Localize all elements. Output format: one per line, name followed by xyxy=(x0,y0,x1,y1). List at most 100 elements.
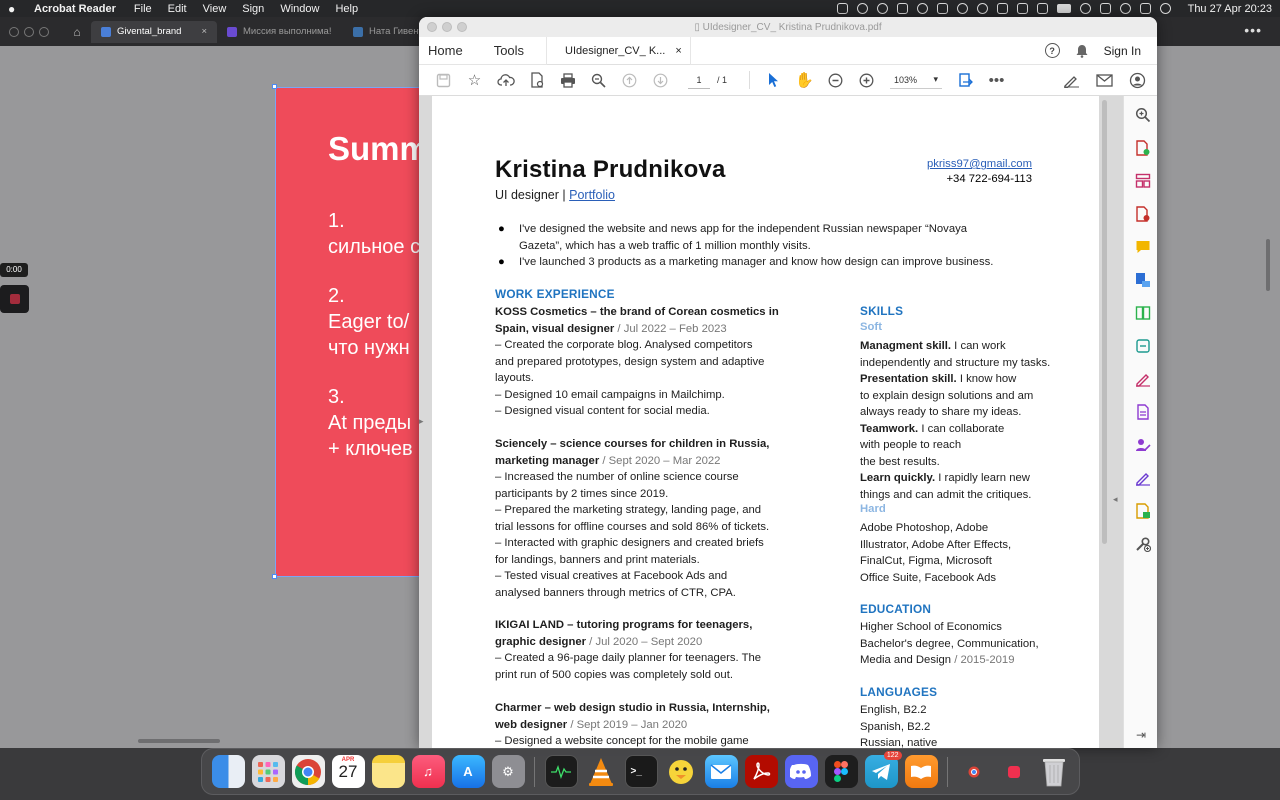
vertical-scrollbar[interactable] xyxy=(1266,239,1270,291)
status-vlc-icon[interactable] xyxy=(936,3,948,14)
email-link[interactable]: pkriss97@gmail.com xyxy=(927,157,1032,172)
menu-view[interactable]: View xyxy=(203,3,227,15)
wifi-icon[interactable] xyxy=(1079,3,1091,14)
menu-window[interactable]: Window xyxy=(280,3,319,15)
sign-pen-icon[interactable] xyxy=(1056,65,1087,96)
discord-icon[interactable] xyxy=(784,755,818,788)
more-options-icon[interactable]: ••• xyxy=(1244,22,1262,38)
figma-icon[interactable] xyxy=(824,755,858,788)
menu-app-name[interactable]: Acrobat Reader xyxy=(34,3,116,15)
resize-handle[interactable] xyxy=(272,84,277,89)
notes-icon[interactable] xyxy=(371,755,405,788)
protect-icon[interactable] xyxy=(1135,503,1151,519)
status-app-icon[interactable] xyxy=(836,3,848,14)
menubar-clock[interactable]: Thu 27 Apr 20:23 xyxy=(1188,3,1272,15)
resize-handle[interactable] xyxy=(272,574,277,579)
horizontal-scrollbar[interactable] xyxy=(138,739,220,743)
apple-icon[interactable]: ● xyxy=(8,2,34,16)
menu-file[interactable]: File xyxy=(134,3,152,15)
help-icon[interactable]: ? xyxy=(1044,43,1060,58)
pdf-page[interactable]: Kristina Prudnikova UI designer | Portfo… xyxy=(432,96,1099,748)
volume-icon[interactable] xyxy=(996,3,1008,14)
zoom-out-icon[interactable] xyxy=(820,65,851,96)
document-scrollbar[interactable] xyxy=(1102,100,1107,544)
terminal-icon[interactable]: >_ xyxy=(624,755,658,788)
page-fit-icon[interactable] xyxy=(950,65,981,96)
bell-icon[interactable] xyxy=(1074,43,1090,59)
comment-icon[interactable] xyxy=(1135,239,1151,255)
bluetooth-icon[interactable] xyxy=(1016,3,1028,14)
scan-ocr-icon[interactable] xyxy=(1135,338,1151,354)
music-minimized-icon[interactable] xyxy=(998,755,1031,788)
browser-tab-givental[interactable]: Givental_brand × xyxy=(91,20,217,43)
moon-icon[interactable] xyxy=(976,3,988,14)
siri-icon[interactable] xyxy=(1159,3,1171,14)
system-settings-icon[interactable]: ⚙ xyxy=(491,755,525,788)
search-icon[interactable] xyxy=(1119,3,1131,14)
zoom-in-icon[interactable] xyxy=(851,65,882,96)
file-share-icon[interactable] xyxy=(521,65,552,96)
request-signature-icon[interactable] xyxy=(1135,437,1151,453)
activity-monitor-icon[interactable] xyxy=(544,755,578,788)
document-area[interactable]: ▸ Kristina Prudnikova UI designer | Port… xyxy=(419,96,1123,748)
mail-icon[interactable] xyxy=(704,755,738,788)
cloud-upload-icon[interactable] xyxy=(490,65,521,96)
chrome-icon[interactable] xyxy=(291,755,325,788)
launchpad-icon[interactable] xyxy=(251,755,285,788)
status-app5-icon[interactable] xyxy=(956,3,968,14)
expand-panel-icon[interactable]: ⇥ xyxy=(1136,728,1146,742)
more-tools-icon[interactable]: ••• xyxy=(981,65,1012,96)
app-store-icon[interactable]: A xyxy=(451,755,485,788)
export-pdf-icon[interactable] xyxy=(1135,206,1151,222)
fill-sign-icon[interactable] xyxy=(1135,371,1151,387)
telegram-icon[interactable]: 122 xyxy=(864,751,902,788)
browser-tab-mission[interactable]: Миссия выполнима! xyxy=(217,21,343,43)
stop-recording-button[interactable] xyxy=(0,285,29,313)
close-tab-icon[interactable]: × xyxy=(201,26,207,37)
trash-icon[interactable] xyxy=(1038,755,1071,788)
zoom-find-icon[interactable] xyxy=(583,65,614,96)
edit-pdf-icon[interactable] xyxy=(1135,404,1151,420)
star-icon[interactable]: ☆ xyxy=(459,65,490,96)
home-icon[interactable]: ⌂ xyxy=(63,25,91,39)
save-icon[interactable] xyxy=(428,65,459,96)
convert-icon[interactable] xyxy=(1135,272,1151,288)
next-page-icon[interactable] xyxy=(645,65,676,96)
calendar-icon[interactable]: APR 27 xyxy=(331,755,365,788)
close-window-button[interactable] xyxy=(9,26,19,37)
vlc-icon[interactable] xyxy=(585,755,618,788)
sign-in-button[interactable]: Sign In xyxy=(1104,44,1141,58)
control-center-icon[interactable] xyxy=(1099,3,1111,14)
battery-icon[interactable] xyxy=(1056,4,1071,13)
cyberduck-icon[interactable] xyxy=(665,755,698,788)
portfolio-link[interactable]: Portfolio xyxy=(569,188,615,202)
chrome-minimized-icon[interactable] xyxy=(958,755,991,788)
finder-icon[interactable] xyxy=(211,755,245,788)
acrobat-dock-icon[interactable] xyxy=(744,755,778,788)
books-icon[interactable] xyxy=(904,755,938,788)
certificates-icon[interactable] xyxy=(1135,470,1151,486)
menu-sign[interactable]: Sign xyxy=(242,3,264,15)
menu-extra-icon[interactable] xyxy=(1139,3,1151,14)
print-icon[interactable] xyxy=(552,65,583,96)
minimize-window-button[interactable] xyxy=(24,26,34,37)
previous-page-icon[interactable] xyxy=(614,65,645,96)
search-zoom-icon[interactable] xyxy=(1135,107,1151,123)
expand-left-panel-icon[interactable]: ▸ xyxy=(419,416,424,427)
presentation-slide[interactable]: Summ 1. сильное с 2. Eager to/ что нужн … xyxy=(275,87,425,577)
organize-pages-icon[interactable] xyxy=(1135,173,1151,189)
email-icon[interactable] xyxy=(1089,65,1120,96)
page-number-input[interactable]: 1 xyxy=(688,71,710,89)
tab-document[interactable]: UIdesigner_CV_ K... × xyxy=(546,36,691,65)
menu-help[interactable]: Help xyxy=(335,3,358,15)
close-document-tab-icon[interactable]: × xyxy=(675,45,681,57)
music-icon[interactable]: ♫ xyxy=(411,755,445,788)
tab-home[interactable]: Home xyxy=(428,43,463,58)
zoom-window-button[interactable] xyxy=(39,26,49,37)
status-app3-icon[interactable] xyxy=(896,3,908,14)
compare-icon[interactable] xyxy=(1135,305,1151,321)
status-app4-icon[interactable] xyxy=(916,3,928,14)
menu-edit[interactable]: Edit xyxy=(168,3,187,15)
create-pdf-icon[interactable] xyxy=(1135,140,1151,156)
zoom-level-select[interactable]: 103% ▾ xyxy=(890,71,943,89)
